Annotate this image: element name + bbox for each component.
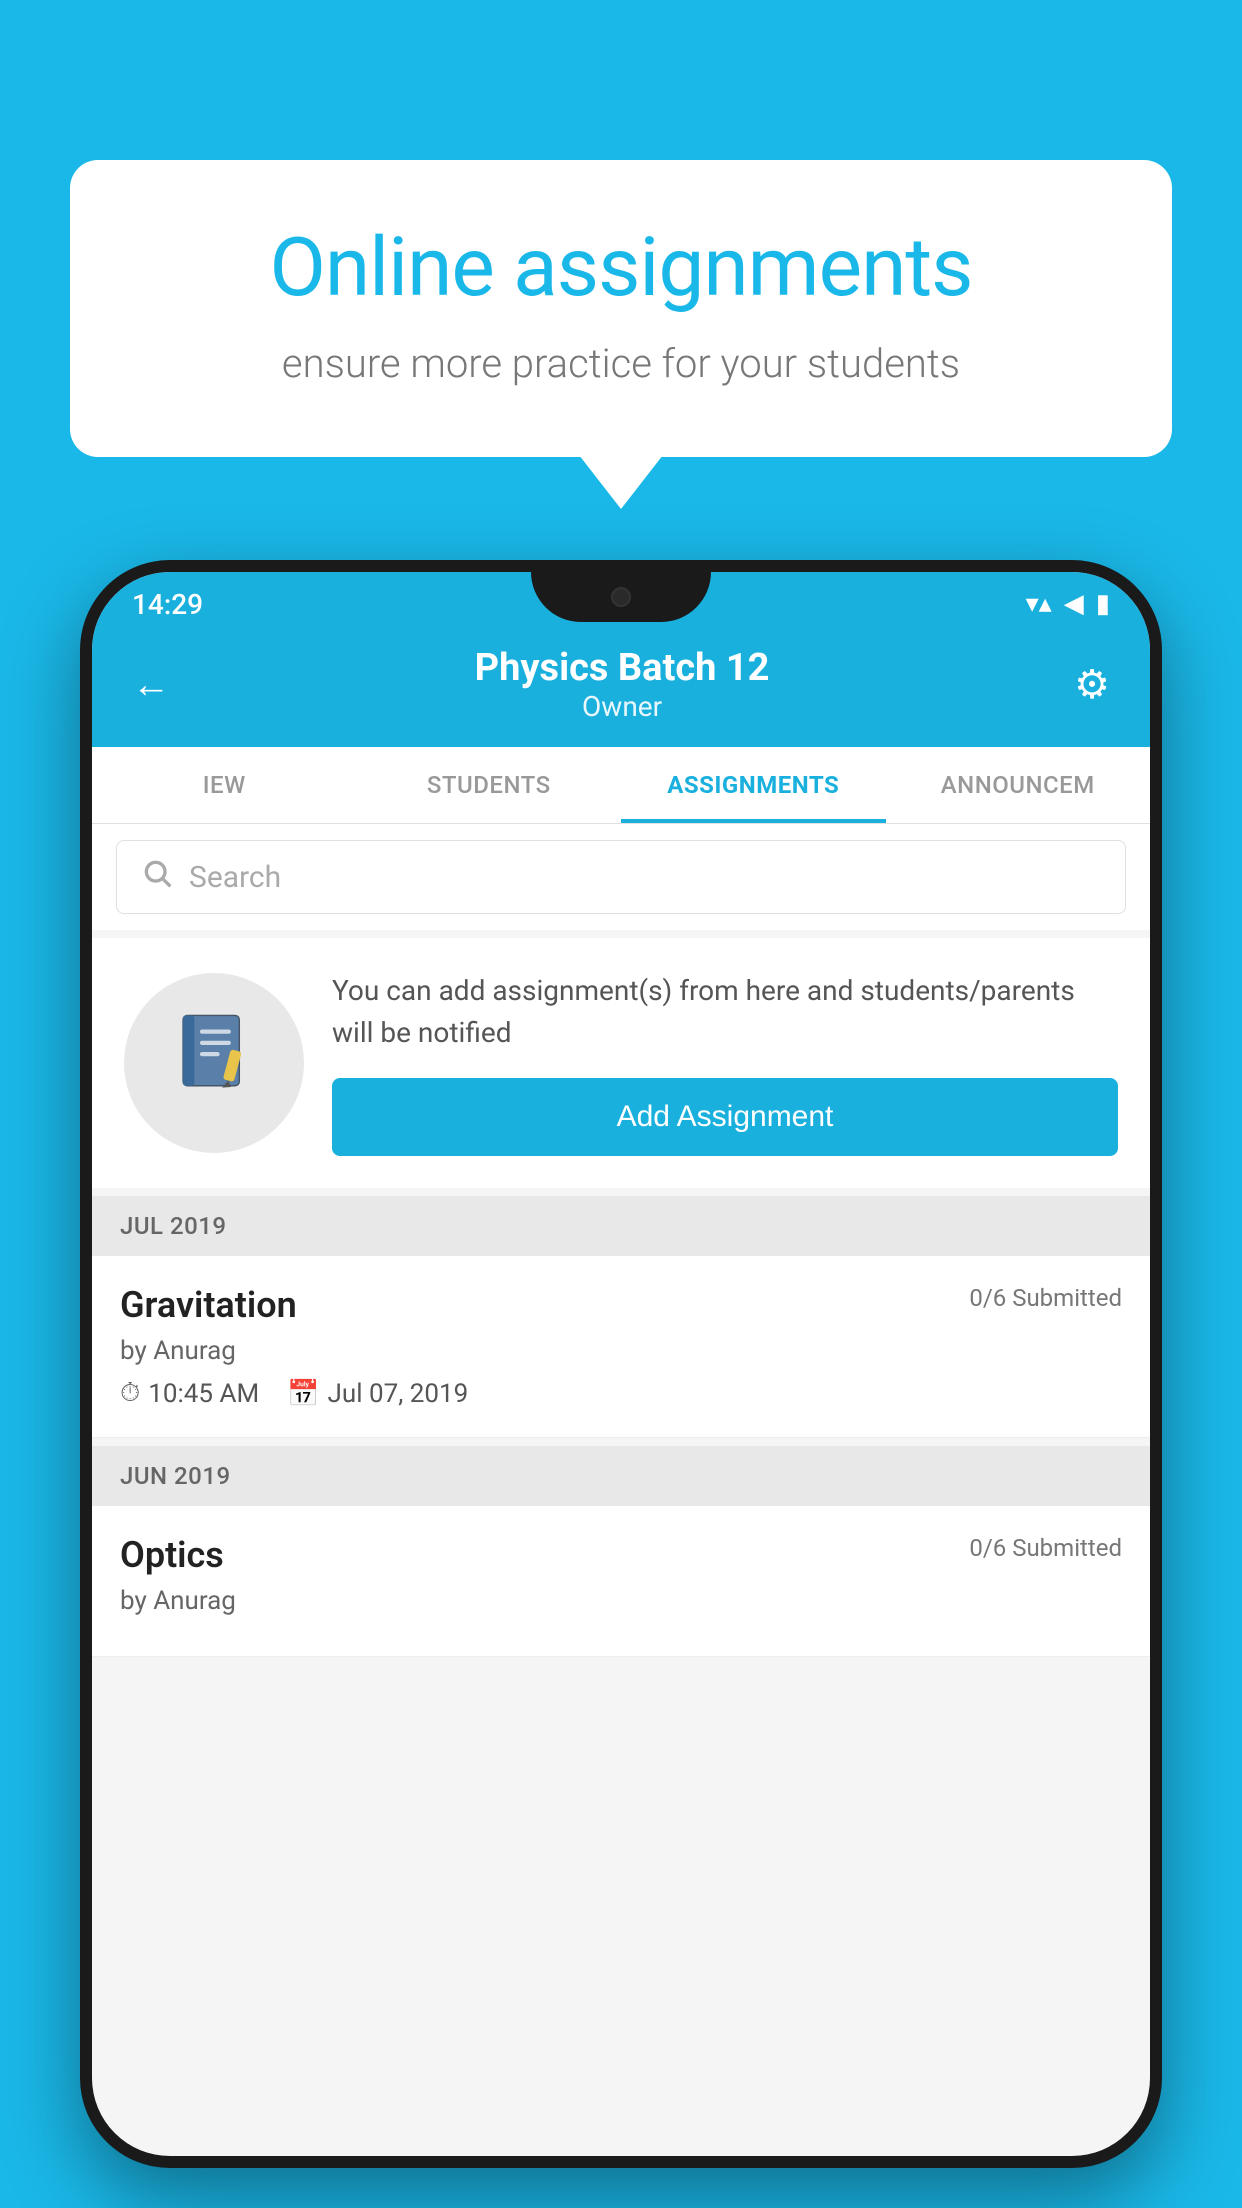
clock-icon: ⏱ xyxy=(120,1378,140,1409)
assignment-item-gravitation[interactable]: Gravitation 0/6 Submitted by Anurag ⏱ 10… xyxy=(92,1256,1150,1438)
header-center: Physics Batch 12 Owner xyxy=(475,646,770,723)
status-time: 14:29 xyxy=(132,588,203,621)
camera-dot xyxy=(611,587,631,607)
assignment-item-optics[interactable]: Optics 0/6 Submitted by Anurag xyxy=(92,1506,1150,1657)
settings-icon[interactable]: ⚙ xyxy=(1074,661,1110,708)
notebook-icon xyxy=(169,1007,259,1119)
time-value-gravitation: 10:45 AM xyxy=(148,1379,259,1409)
speech-bubble: Online assignments ensure more practice … xyxy=(70,160,1172,457)
assignment-by-gravitation: by Anurag xyxy=(120,1336,1122,1366)
promo-icon-circle xyxy=(124,973,304,1153)
battery-icon: ▮ xyxy=(1096,589,1110,619)
phone-notch xyxy=(531,572,711,622)
add-assignment-button[interactable]: Add Assignment xyxy=(332,1078,1118,1156)
assignment-header-row-optics: Optics 0/6 Submitted xyxy=(120,1534,1122,1576)
signal-icon: ◀ xyxy=(1064,589,1084,619)
phone-frame: 14:29 ▾▴ ◀ ▮ ← Physics Batch 12 Owner ⚙ … xyxy=(80,560,1162,2168)
promo-text: You can add assignment(s) from here and … xyxy=(332,970,1118,1054)
promo-right: You can add assignment(s) from here and … xyxy=(332,970,1118,1156)
date-value-gravitation: Jul 07, 2019 xyxy=(328,1379,469,1409)
app-header: ← Physics Batch 12 Owner ⚙ xyxy=(92,628,1150,747)
tab-students[interactable]: STUDENTS xyxy=(357,747,622,823)
header-title: Physics Batch 12 xyxy=(475,646,770,690)
assignment-title-gravitation: Gravitation xyxy=(120,1284,297,1326)
header-subtitle: Owner xyxy=(475,690,770,723)
tab-assignments[interactable]: ASSIGNMENTS xyxy=(621,747,886,823)
assignment-submitted-gravitation: 0/6 Submitted xyxy=(969,1284,1122,1312)
section-header-jul: JUL 2019 xyxy=(92,1196,1150,1256)
assignment-header-row: Gravitation 0/6 Submitted xyxy=(120,1284,1122,1326)
tabs-bar: IEW STUDENTS ASSIGNMENTS ANNOUNCEM xyxy=(92,747,1150,824)
tab-iew[interactable]: IEW xyxy=(92,747,357,823)
status-icons: ▾▴ ◀ ▮ xyxy=(1026,589,1110,619)
search-bar[interactable]: Search xyxy=(116,840,1126,914)
bubble-title: Online assignments xyxy=(150,220,1092,316)
assignment-submitted-optics: 0/6 Submitted xyxy=(969,1534,1122,1562)
assignment-title-optics: Optics xyxy=(120,1534,224,1576)
tab-announcements[interactable]: ANNOUNCEM xyxy=(886,747,1151,823)
search-placeholder: Search xyxy=(189,860,281,895)
section-header-jun: JUN 2019 xyxy=(92,1446,1150,1506)
bubble-subtitle: ensure more practice for your students xyxy=(150,340,1092,387)
promo-section: You can add assignment(s) from here and … xyxy=(92,938,1150,1188)
search-container: Search xyxy=(92,824,1150,930)
speech-bubble-container: Online assignments ensure more practice … xyxy=(70,160,1172,457)
calendar-icon: 📅 xyxy=(287,1379,319,1409)
meta-date-gravitation: 📅 Jul 07, 2019 xyxy=(287,1379,468,1409)
phone-inner: 14:29 ▾▴ ◀ ▮ ← Physics Batch 12 Owner ⚙ … xyxy=(92,572,1150,2156)
back-button[interactable]: ← xyxy=(132,663,170,707)
assignment-by-optics: by Anurag xyxy=(120,1586,1122,1616)
search-icon xyxy=(141,857,173,897)
meta-time-gravitation: ⏱ 10:45 AM xyxy=(120,1378,259,1409)
assignment-meta-gravitation: ⏱ 10:45 AM 📅 Jul 07, 2019 xyxy=(120,1378,1122,1409)
wifi-icon: ▾▴ xyxy=(1026,589,1052,619)
